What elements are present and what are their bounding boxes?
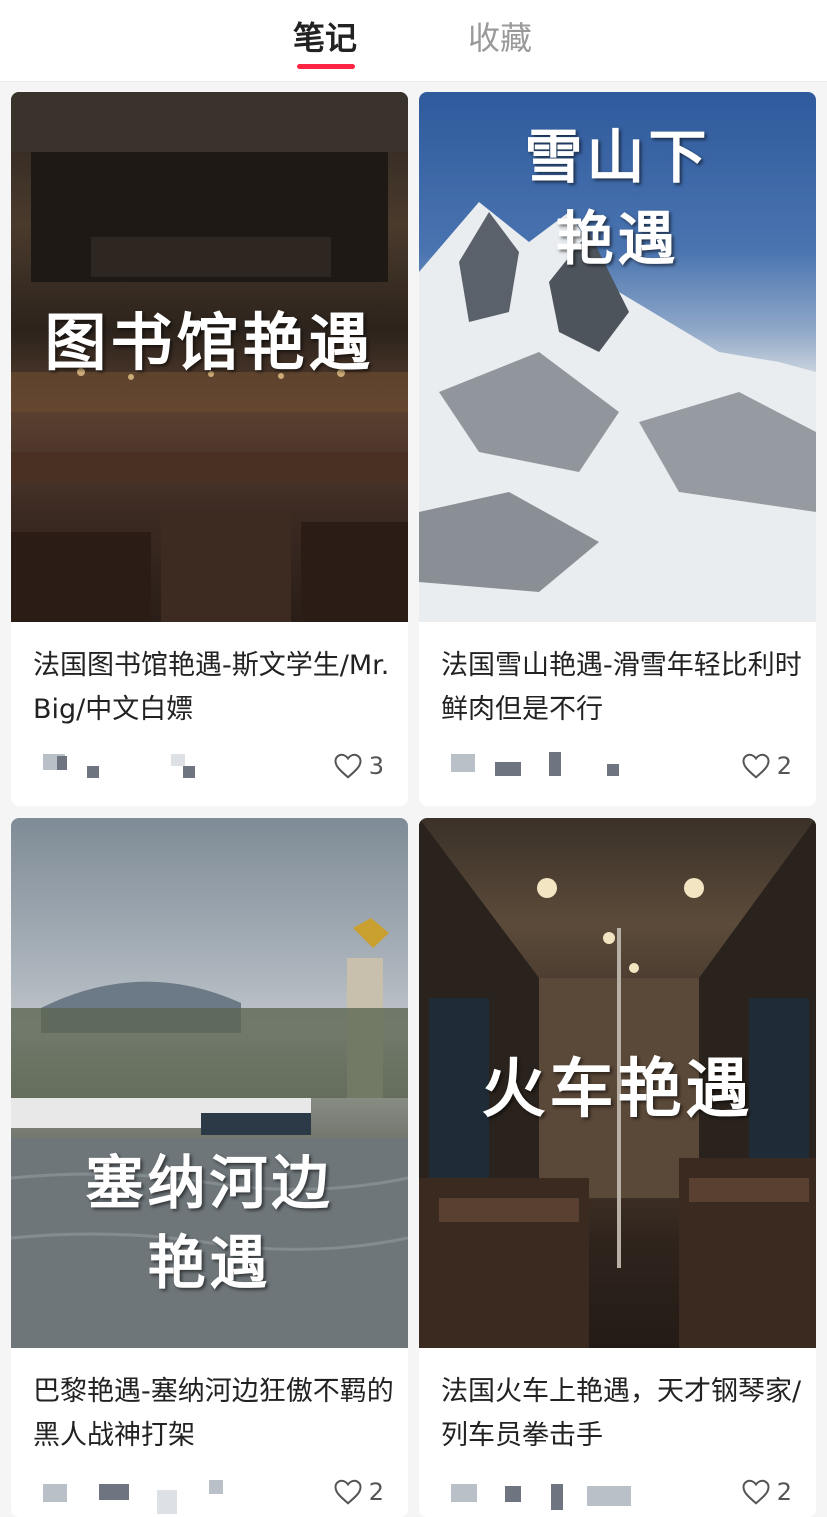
author-name-blurred[interactable] bbox=[87, 766, 99, 778]
like-count: 2 bbox=[776, 752, 792, 780]
tab-notes[interactable]: 笔记 bbox=[270, 14, 380, 64]
author-name-blurred bbox=[587, 1486, 631, 1506]
note-title[interactable]: 法国图书馆艳遇-斯文学生/Mr. Big/中文白嫖 bbox=[33, 644, 394, 732]
heart-outline-icon bbox=[334, 753, 362, 779]
note-title[interactable]: 法国雪山艳遇-滑雪年轻比利时鲜肉但是不行 bbox=[441, 644, 802, 732]
note-card-snow-mountain[interactable]: 雪山下 艳遇 法国雪山艳遇-滑雪年轻比利时鲜肉但是不行 2 bbox=[419, 92, 816, 806]
author-name-blurred bbox=[549, 752, 561, 776]
like-button[interactable]: 3 bbox=[333, 744, 384, 788]
author-avatar[interactable] bbox=[43, 1484, 67, 1502]
author-name-blurred bbox=[551, 1484, 563, 1510]
note-meta: 2 bbox=[447, 744, 802, 788]
author-avatar[interactable] bbox=[451, 754, 475, 772]
note-cover-title: 图书馆艳遇 bbox=[44, 306, 375, 379]
note-title[interactable]: 法国火车上艳遇，天才钢琴家/列车员拳击手 bbox=[441, 1370, 802, 1458]
author-name-blurred[interactable] bbox=[99, 1484, 129, 1500]
avatar-pixel bbox=[57, 756, 67, 770]
author-name-blurred[interactable] bbox=[505, 1486, 521, 1502]
note-cover-title-line2: 艳遇 bbox=[147, 1229, 272, 1297]
heart-outline-icon bbox=[742, 1479, 770, 1505]
tab-favorites[interactable]: 收藏 bbox=[445, 14, 555, 64]
note-meta: 2 bbox=[39, 1470, 394, 1514]
note-cover-image[interactable]: 火车艳遇 bbox=[419, 818, 816, 1348]
active-tab-indicator bbox=[297, 64, 355, 69]
note-card-library[interactable]: 图书馆艳遇 法国图书馆艳遇-斯文学生/Mr. Big/中文白嫖 3 bbox=[11, 92, 408, 806]
like-count: 3 bbox=[368, 752, 384, 780]
author-name-blurred[interactable] bbox=[495, 762, 521, 776]
note-card-seine[interactable]: 塞纳河边 艳遇 巴黎艳遇-塞纳河边狂傲不羁的黑人战神打架 2 bbox=[11, 818, 408, 1517]
author-name-blurred bbox=[183, 766, 195, 778]
like-button[interactable]: 2 bbox=[741, 1470, 792, 1514]
like-button[interactable]: 2 bbox=[333, 1470, 384, 1514]
like-button[interactable]: 2 bbox=[741, 744, 792, 788]
author-name-blurred bbox=[157, 1490, 177, 1514]
author-name-blurred bbox=[209, 1480, 223, 1494]
like-count: 2 bbox=[776, 1478, 792, 1506]
note-cover-image[interactable]: 雪山下 艳遇 bbox=[419, 92, 816, 622]
author-name-blurred bbox=[607, 764, 619, 776]
heart-outline-icon bbox=[742, 753, 770, 779]
like-count: 2 bbox=[368, 1478, 384, 1506]
note-cover-image[interactable]: 图书馆艳遇 bbox=[11, 92, 408, 622]
note-title[interactable]: 巴黎艳遇-塞纳河边狂傲不羁的黑人战神打架 bbox=[33, 1370, 394, 1458]
note-cover-title: 火车艳遇 bbox=[481, 1052, 754, 1127]
author-avatar[interactable] bbox=[451, 1484, 477, 1502]
note-meta: 3 bbox=[39, 744, 394, 788]
heart-outline-icon bbox=[334, 1479, 362, 1505]
author-name-blurred bbox=[171, 754, 185, 766]
note-card-train[interactable]: 火车艳遇 法国火车上艳遇，天才钢琴家/列车员拳击手 2 bbox=[419, 818, 816, 1517]
note-cover-title-line1: 雪山下 bbox=[524, 123, 711, 191]
note-cover-title-line2: 艳遇 bbox=[555, 205, 680, 273]
note-cover-image[interactable]: 塞纳河边 艳遇 bbox=[11, 818, 408, 1348]
note-meta: 2 bbox=[447, 1470, 802, 1514]
tab-bar: 笔记 收藏 bbox=[0, 0, 827, 82]
note-cover-title-line1: 塞纳河边 bbox=[85, 1149, 334, 1217]
